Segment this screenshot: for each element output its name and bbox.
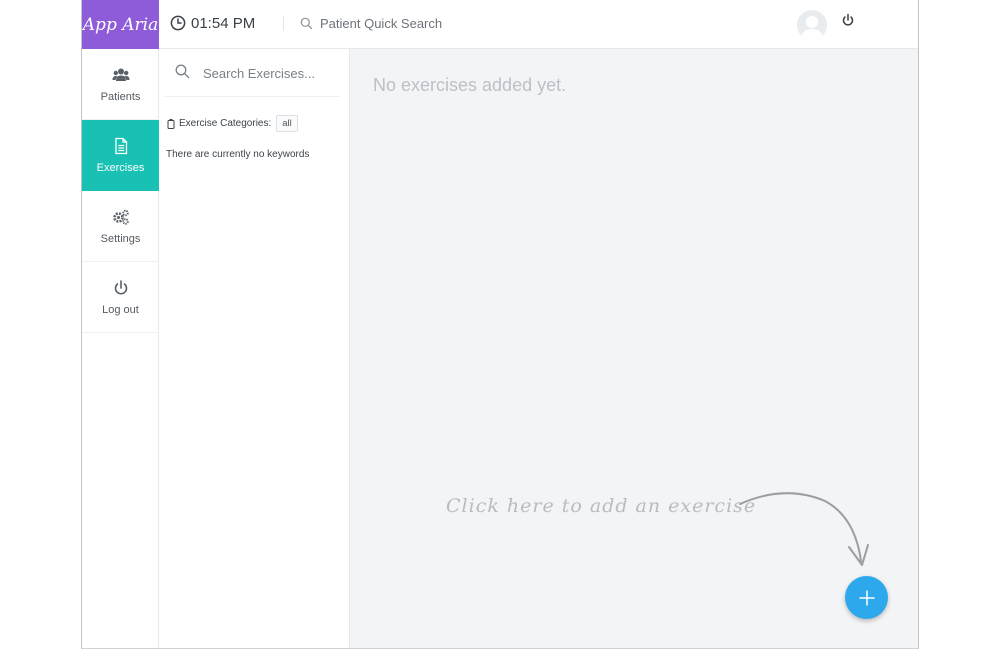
document-icon: [114, 137, 127, 155]
search-icon: [175, 64, 190, 79]
current-time: 01:54 PM: [191, 15, 256, 32]
clock-icon: [170, 15, 186, 31]
sidebar-item-label: Patients: [100, 90, 141, 103]
no-keywords-message: There are currently no keywords: [166, 149, 310, 160]
hint-arrow-icon: [739, 492, 869, 566]
exercise-search: [165, 49, 340, 97]
sidebar-item-logout[interactable]: Log out: [82, 262, 159, 333]
search-exercises-input[interactable]: [201, 62, 340, 84]
patient-quick-search[interactable]: Patient Quick Search: [320, 16, 442, 31]
top-bar: 01:54 PM Patient Quick Search: [159, 0, 918, 49]
sidebar-item-patients[interactable]: Patients: [82, 49, 159, 120]
categories-label: Exercise Categories:: [179, 118, 272, 129]
tag-icon: [167, 118, 175, 129]
gears-icon: [112, 209, 129, 225]
category-filter-all[interactable]: all: [276, 115, 298, 132]
empty-state-message: No exercises added yet.: [373, 75, 567, 95]
main-content: No exercises added yet. Click here to ad…: [350, 49, 918, 648]
power-icon[interactable]: [841, 13, 855, 27]
app-window: App Aria Patients Exercises Settings Log…: [81, 0, 919, 649]
sidebar: App Aria Patients Exercises Settings Log…: [82, 0, 159, 648]
power-icon: [114, 279, 127, 295]
sidebar-item-settings[interactable]: Settings: [82, 191, 159, 262]
user-avatar[interactable]: [797, 10, 827, 40]
users-icon: [112, 68, 129, 81]
search-icon: [300, 17, 313, 30]
sidebar-item-label: Exercises: [96, 162, 145, 174]
sidebar-item-exercises[interactable]: Exercises: [82, 120, 159, 191]
app-logo[interactable]: App Aria: [82, 0, 159, 49]
add-exercise-button[interactable]: [845, 576, 888, 619]
add-exercise-hint: Click here to add an exercise: [446, 495, 757, 517]
plus-icon: [859, 590, 874, 605]
exercise-list-panel: Exercise Categories: all There are curre…: [159, 49, 350, 648]
sidebar-item-label: Settings: [100, 232, 141, 245]
sidebar-item-label: Log out: [102, 303, 139, 316]
divider: [283, 16, 284, 31]
exercise-categories: Exercise Categories: all: [167, 115, 298, 132]
avatar-icon: [801, 16, 823, 40]
